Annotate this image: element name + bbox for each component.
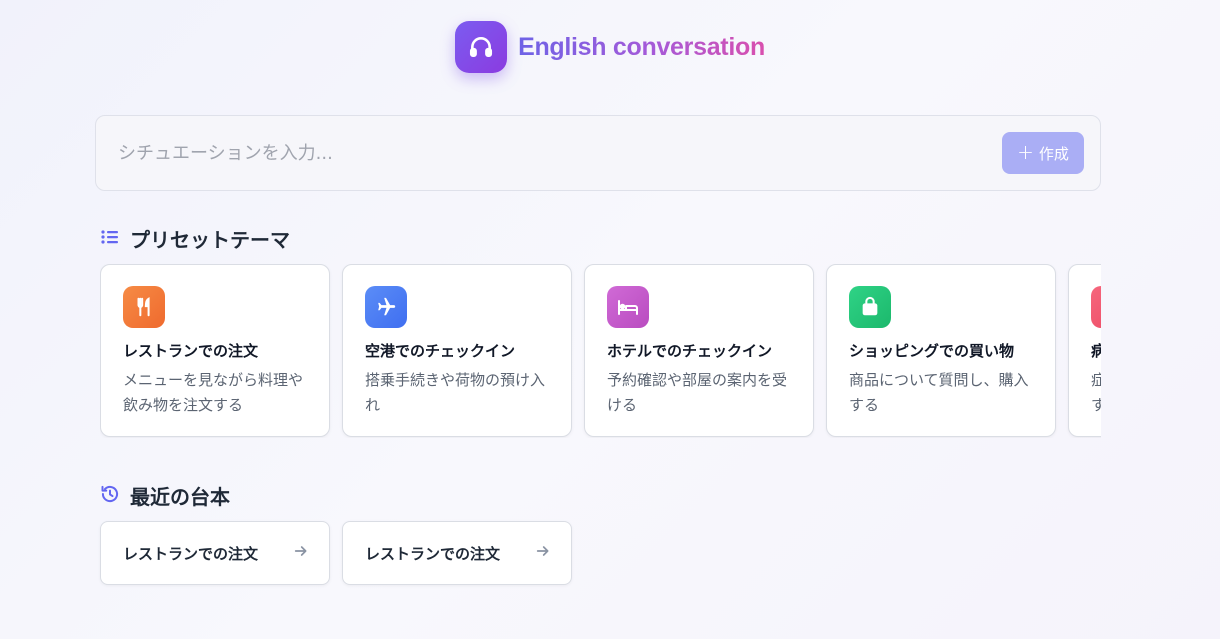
plus-icon: + (1017, 140, 1034, 164)
create-button[interactable]: + 作成 (1002, 132, 1084, 174)
headphones-icon (455, 21, 508, 73)
arrow-right-icon (293, 543, 309, 563)
recent-section-heading: 最近の台本 (100, 481, 230, 510)
preset-card-airport[interactable]: 空港でのチェックイン 搭乗手続きや荷物の預け入れ (342, 264, 572, 437)
card-title: 空港でのチェックイン (365, 342, 516, 360)
preset-card-hotel[interactable]: ホテルでのチェックイン 予約確認や部屋の案内を受ける (584, 264, 814, 437)
recent-script-item[interactable]: レストランでの注文 (100, 521, 330, 585)
situation-input[interactable] (96, 116, 986, 190)
history-icon (100, 484, 120, 508)
create-button-label: 作成 (1038, 144, 1069, 163)
recent-script-label: レストランでの注文 (123, 544, 259, 563)
arrow-right-icon (535, 543, 551, 563)
preset-card-restaurant[interactable]: レストランでの注文 メニューを見ながら料理や飲み物を注文する (100, 264, 330, 437)
card-description: 搭乗手続きや荷物の預け入れ (365, 371, 546, 414)
preset-section-heading: プリセットテーマ (100, 224, 290, 253)
list-icon (100, 227, 120, 251)
shopping-bag-icon (849, 286, 891, 328)
card-title: レストランでの注文 (123, 342, 259, 360)
card-title: ショッピングでの買い物 (849, 342, 1015, 360)
situation-search-box: + 作成 (95, 115, 1101, 191)
recent-scripts-list: レストランでの注文 レストランでの注文 (100, 521, 572, 585)
recent-section-title: 最近の台本 (130, 485, 230, 509)
card-description: メニューを見ながら料理や飲み物を注文する (123, 371, 304, 414)
bed-icon (607, 286, 649, 328)
airplane-icon (365, 286, 407, 328)
utensils-icon (123, 286, 165, 328)
card-description: 予約確認や部屋の案内を受ける (607, 371, 788, 414)
medical-icon (1091, 286, 1101, 328)
card-title: ホテルでのチェックイン (607, 342, 773, 360)
card-title: 病院での受診 (1091, 342, 1101, 360)
card-description: 症状を説明して医師に相談する (1091, 371, 1101, 414)
card-description: 商品について質問し、購入する (849, 371, 1029, 414)
recent-script-label: レストランでの注文 (365, 544, 501, 563)
app-title: English conversation (518, 32, 765, 61)
preset-card-hospital[interactable]: 病院での受診 症状を説明して医師に相談する (1068, 264, 1101, 437)
preset-carousel[interactable]: レストランでの注文 メニューを見ながら料理や飲み物を注文する 空港でのチェックイ… (100, 264, 1101, 438)
recent-script-item[interactable]: レストランでの注文 (342, 521, 572, 585)
preset-card-shopping[interactable]: ショッピングでの買い物 商品について質問し、購入する (826, 264, 1056, 437)
app-header: English conversation (0, 21, 1220, 73)
preset-section-title: プリセットテーマ (130, 228, 290, 252)
